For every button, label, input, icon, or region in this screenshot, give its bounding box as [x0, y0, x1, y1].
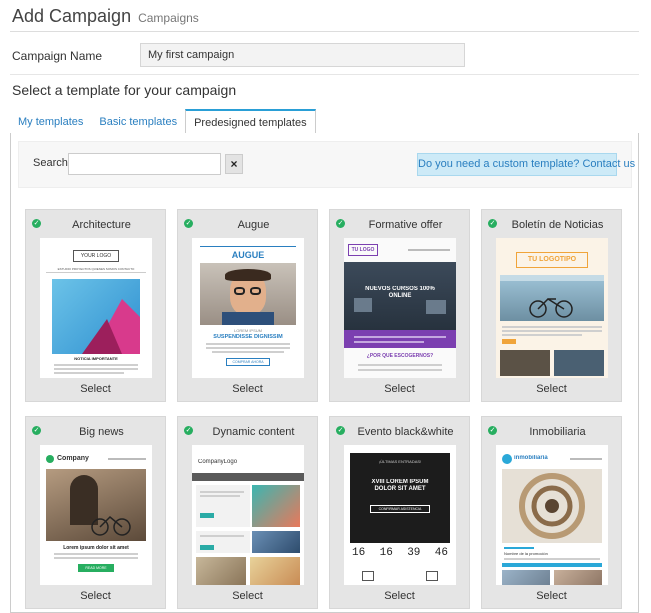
card-header: ✓ Architecture: [26, 210, 165, 238]
preview-headline: SUSPENDISSE DIGNISSIM: [213, 334, 283, 340]
preview-brand: inmobiliaria: [514, 455, 548, 461]
location-icon: [426, 571, 438, 581]
calendar-icon: [362, 571, 374, 581]
preview-countdown: 16 16 39 46: [352, 547, 448, 563]
check-icon: ✓: [32, 426, 41, 435]
preview-staircase-image: [519, 473, 585, 539]
card-header: ✓ Big news: [26, 417, 165, 445]
tab-my-templates[interactable]: My templates: [10, 110, 91, 134]
preview-logo: TU LOGO: [351, 247, 375, 253]
select-template-button[interactable]: Select: [330, 584, 469, 608]
preview-heading: AUGUE: [231, 250, 265, 260]
card-header: ✓ Augue: [178, 210, 317, 238]
check-icon: ✓: [32, 219, 41, 228]
campaign-name-label: Campaign Name: [12, 49, 103, 63]
preview-brand: Company: [57, 455, 89, 462]
preview-headline: Lorem ipsum dolor sit amet: [63, 545, 129, 551]
search-input[interactable]: [68, 153, 221, 175]
card-title: Augue: [237, 219, 270, 231]
preview-button: COMPRAR AHORA: [232, 360, 264, 364]
countdown-hours: 16: [379, 547, 393, 559]
search-label: Search: [33, 157, 68, 169]
check-icon: ✓: [488, 219, 497, 228]
template-card-dynamic-content[interactable]: ✓ Dynamic content CompanyLogo Select: [177, 416, 318, 609]
template-preview: inmobiliaria Nombre de la promoción: [496, 445, 608, 585]
template-preview: TU LOGOTIPO: [496, 238, 608, 378]
select-template-button[interactable]: Select: [482, 584, 621, 608]
card-title: Formative offer: [368, 219, 443, 231]
select-template-button[interactable]: Select: [26, 377, 165, 401]
card-title: Boletín de Noticias: [511, 219, 604, 231]
template-card-big-news[interactable]: ✓ Big news Company Lorem ipsum dolor sit…: [25, 416, 166, 609]
preview-caption: Nombre de la promoción: [504, 551, 548, 556]
check-icon: ✓: [336, 426, 345, 435]
preview-banner: NUEVOS CURSOS 100% ONLINE: [365, 286, 435, 299]
preview-logo: TU LOGOTIPO: [527, 256, 577, 263]
template-section-heading: Select a template for your campaign: [12, 82, 237, 98]
select-template-button[interactable]: Select: [178, 377, 317, 401]
preview-architecture-image: [82, 299, 140, 354]
card-title: Big news: [79, 426, 124, 438]
title-divider: [10, 31, 639, 32]
custom-template-button[interactable]: Do you need a custom template? Contact u…: [417, 153, 635, 176]
form-divider: [10, 74, 639, 75]
preview-headline: XVIII LOREM IPSUM DOLOR SIT AMET: [371, 479, 429, 492]
check-icon: ✓: [184, 219, 193, 228]
preview-logo: CompanyLogo: [198, 459, 238, 465]
card-title: Inmobiliaria: [529, 426, 586, 438]
template-card-augue[interactable]: ✓ Augue AUGUE LOREM IPSUM SUSPENDISSE DI…: [177, 209, 318, 402]
clear-search-button[interactable]: ×: [225, 154, 243, 174]
preview-heading: NOTICIA IMPORTANTE: [74, 356, 118, 361]
template-card-boletin-de-noticias[interactable]: ✓ Boletín de Noticias TU LOGOTIPO Select: [481, 209, 622, 402]
select-template-button[interactable]: Select: [26, 584, 165, 608]
template-preview: Company Lorem ipsum dolor sit amet READ …: [40, 445, 152, 585]
check-icon: ✓: [184, 426, 193, 435]
page-breadcrumb[interactable]: Campaigns: [138, 11, 199, 25]
card-header: ✓ Boletín de Noticias: [482, 210, 621, 238]
countdown-minutes: 39: [407, 547, 421, 559]
template-card-evento-black-white[interactable]: ✓ Evento black&white ¡ÚLTIMAS ENTRADAS! …: [329, 416, 470, 609]
preview-kicker: ¡ÚLTIMAS ENTRADAS!: [378, 459, 422, 464]
countdown-days: 16: [352, 547, 366, 559]
campaign-name-input[interactable]: [140, 43, 465, 67]
card-header: ✓ Dynamic content: [178, 417, 317, 445]
template-preview: TU LOGO NUEVOS CURSOS 100% ONLINE ¿POR Q…: [344, 238, 456, 378]
card-title: Evento black&white: [357, 426, 454, 438]
card-header: ✓ Evento black&white: [330, 417, 469, 445]
card-title: Architecture: [72, 219, 131, 231]
preview-question: ¿POR QUÉ ESCOGERNOS?: [366, 353, 434, 359]
check-icon: ✓: [336, 219, 345, 228]
template-card-formative-offer[interactable]: ✓ Formative offer TU LOGO NUEVOS CURSOS …: [329, 209, 470, 402]
template-preview: YOUR LOGO ESTUDIO PROYECTOS QUIENES SOMO…: [40, 238, 152, 378]
card-title: Dynamic content: [212, 426, 295, 438]
preview-nav: ESTUDIO PROYECTOS QUIENES SOMOS CONTACTO: [57, 267, 135, 271]
preview-button: READ MORE: [85, 566, 107, 570]
template-preview: ¡ÚLTIMAS ENTRADAS! XVIII LOREM IPSUM DOL…: [344, 445, 456, 585]
card-header: ✓ Inmobiliaria: [482, 417, 621, 445]
template-card-architecture[interactable]: ✓ Architecture YOUR LOGO ESTUDIO PROYECT…: [25, 209, 166, 402]
template-tabs: My templates Basic templates Predesigned…: [10, 109, 316, 135]
preview-bicycle-image: [500, 275, 604, 318]
tab-predesigned-templates[interactable]: Predesigned templates: [185, 109, 316, 135]
page-title-text: Add Campaign: [12, 6, 132, 26]
template-card-inmobiliaria[interactable]: ✓ Inmobiliaria inmobiliaria Nombre de la…: [481, 416, 622, 609]
select-template-button[interactable]: Select: [330, 377, 469, 401]
countdown-seconds: 46: [434, 547, 448, 559]
preview-bicycle-image: [91, 515, 131, 536]
check-icon: ✓: [488, 426, 497, 435]
page-title: Add Campaign Campaigns: [12, 6, 199, 27]
template-preview: CompanyLogo: [192, 445, 304, 585]
select-template-button[interactable]: Select: [178, 584, 317, 608]
preview-logo-text: YOUR LOGO: [80, 253, 112, 259]
template-preview: AUGUE LOREM IPSUM SUSPENDISSE DIGNISSIM …: [192, 238, 304, 378]
preview-button: CONFIRMAR ASISTENCIA: [378, 507, 422, 511]
card-header: ✓ Formative offer: [330, 210, 469, 238]
select-template-button[interactable]: Select: [482, 377, 621, 401]
tab-basic-templates[interactable]: Basic templates: [91, 110, 185, 134]
